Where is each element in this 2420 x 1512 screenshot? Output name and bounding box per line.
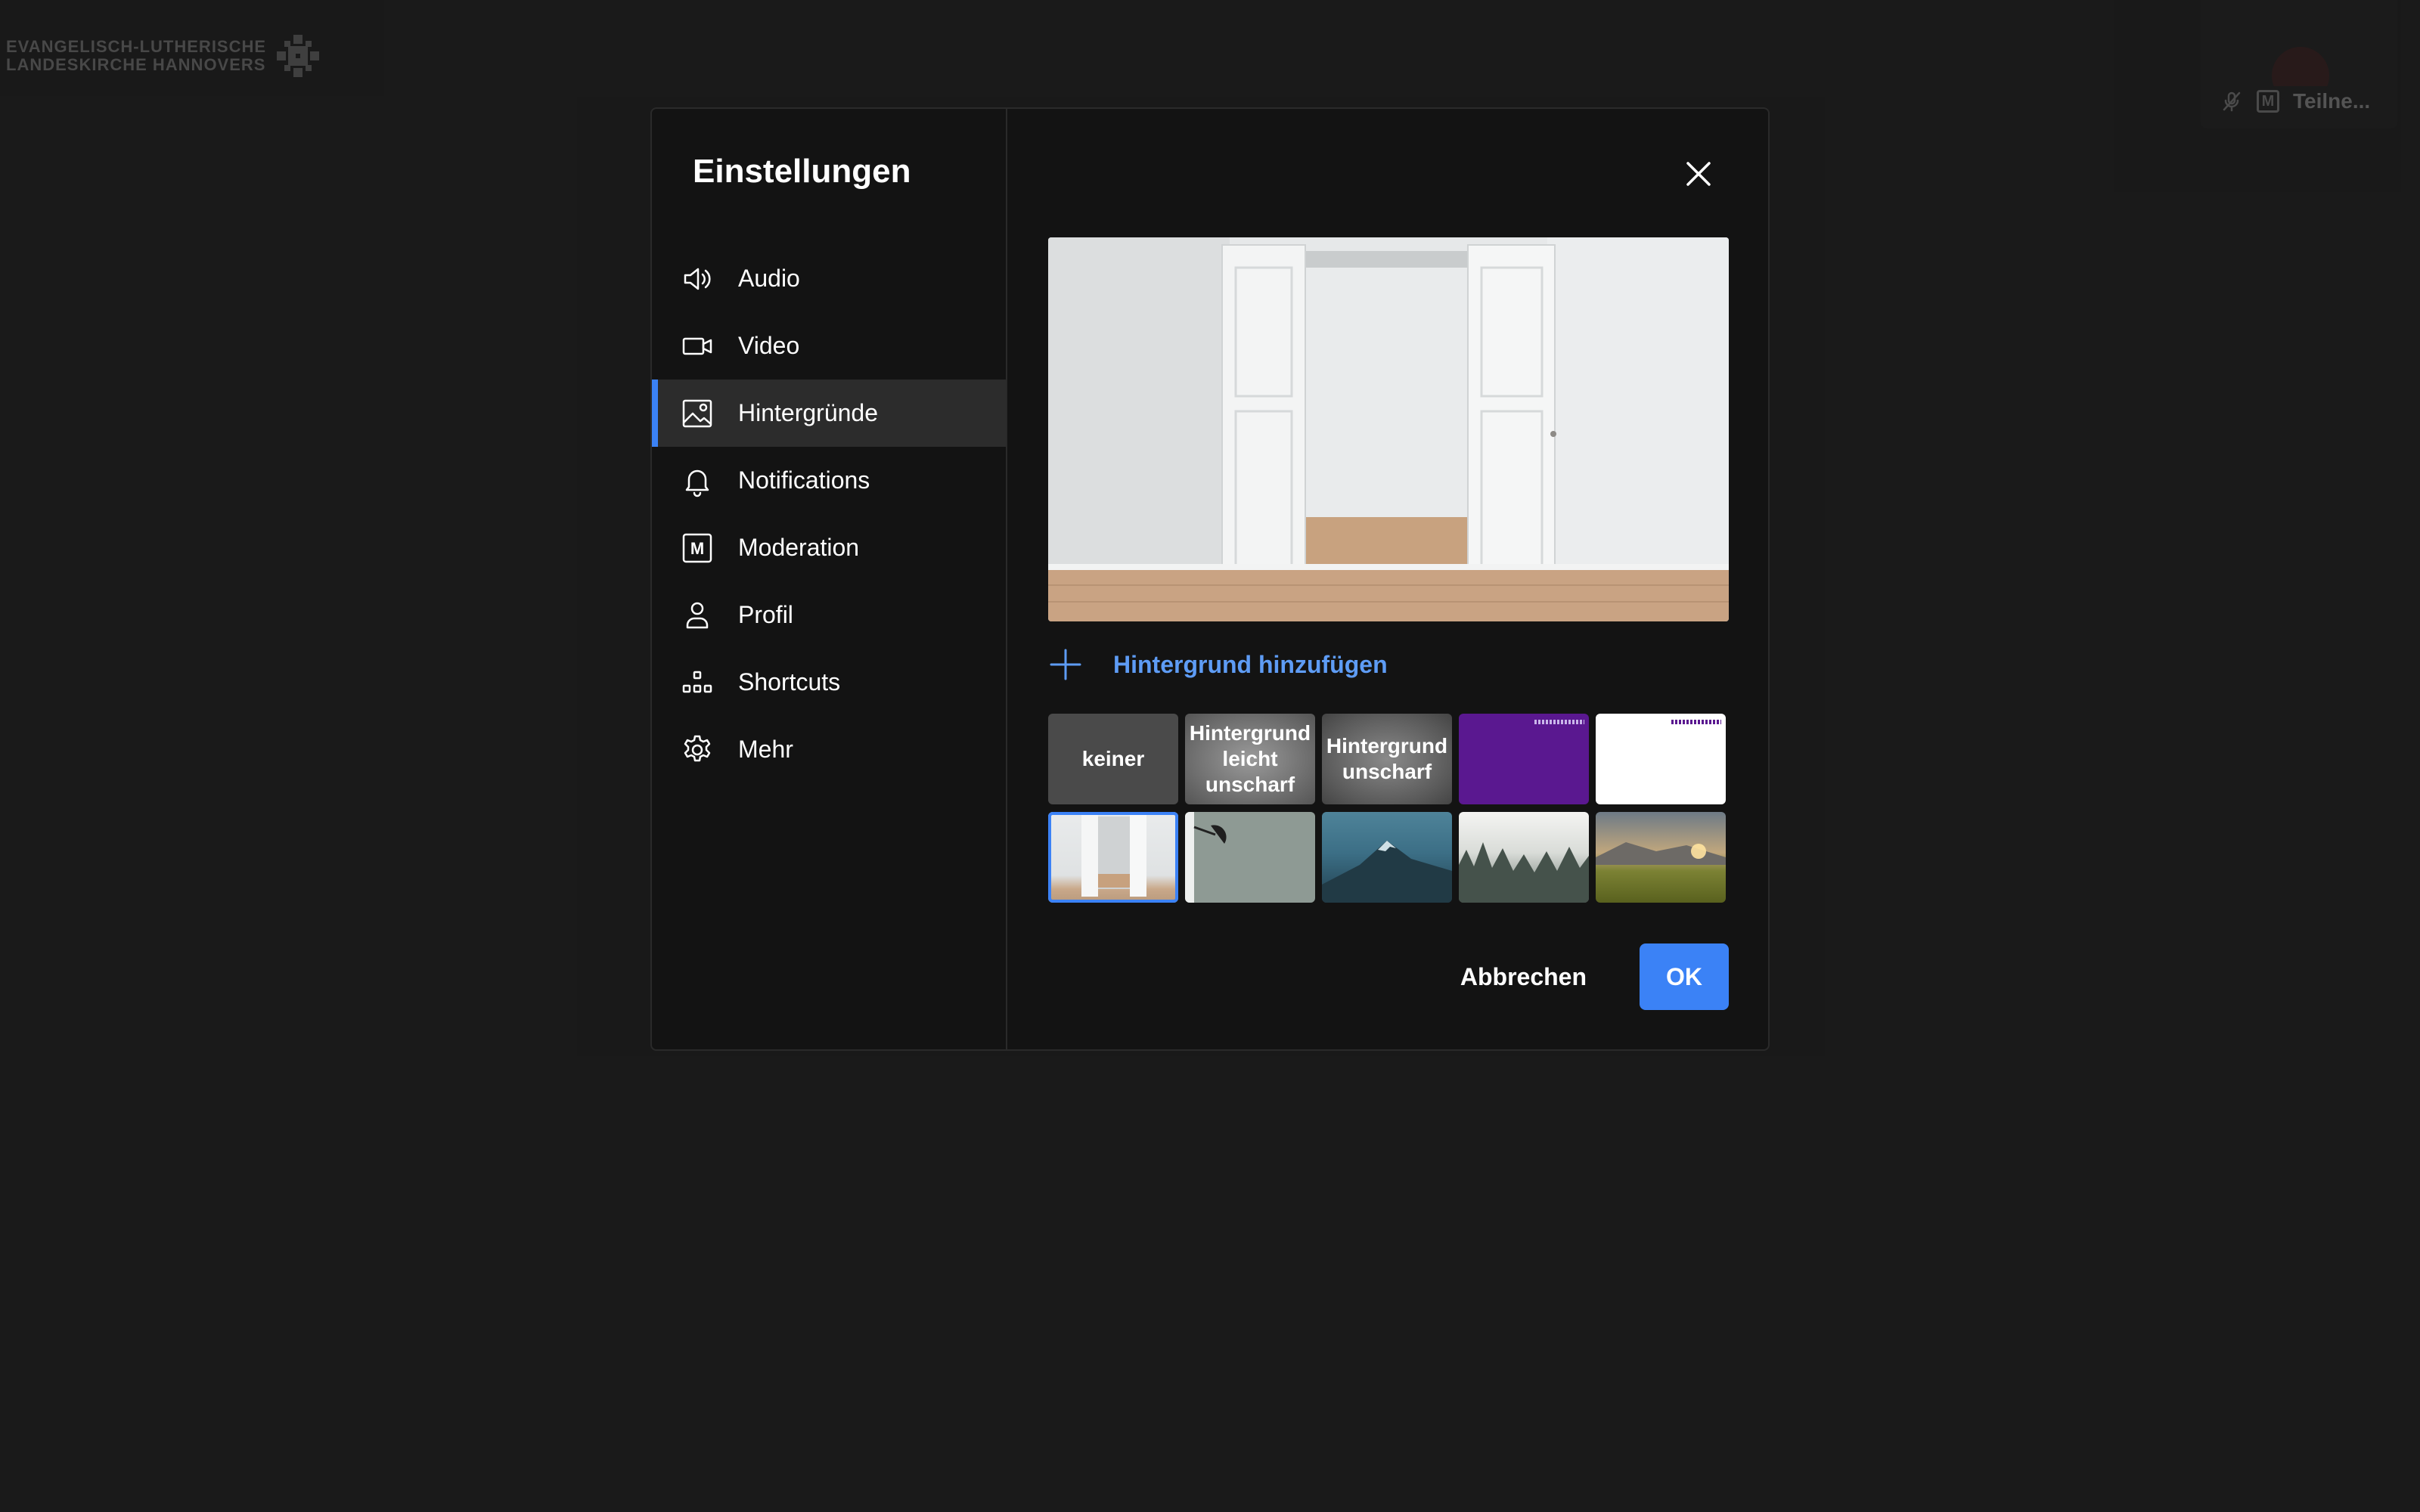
background-tile-white[interactable] bbox=[1596, 714, 1726, 804]
moderator-badge-letter: M bbox=[690, 539, 704, 558]
nav-label: Profil bbox=[738, 601, 793, 628]
speaker-icon bbox=[681, 262, 714, 296]
camera-icon bbox=[681, 330, 714, 363]
background-tile-blur[interactable]: Hintergrund unscharf bbox=[1322, 714, 1452, 804]
nav-item-video[interactable]: Video bbox=[652, 312, 1006, 380]
nav-label: Notifications bbox=[738, 466, 870, 494]
background-tile-forest[interactable] bbox=[1459, 812, 1589, 903]
settings-nav: Audio Video Hintergründe Notifications M… bbox=[652, 245, 1006, 783]
nav-label: Video bbox=[738, 332, 800, 359]
nav-item-notifications[interactable]: Notifications bbox=[652, 447, 1006, 514]
settings-dialog: Einstellungen Audio Video Hintergründe N… bbox=[650, 107, 1770, 1051]
nav-item-moderation[interactable]: M Moderation bbox=[652, 514, 1006, 581]
nav-item-hintergruende[interactable]: Hintergründe bbox=[652, 380, 1006, 447]
background-tile-lamp[interactable] bbox=[1185, 812, 1315, 903]
add-background-label: Hintergrund hinzufügen bbox=[1113, 650, 1388, 678]
mini-logo-icon bbox=[1534, 720, 1584, 724]
background-tile-purple[interactable] bbox=[1459, 714, 1589, 804]
shortcuts-icon bbox=[681, 666, 714, 699]
meadow-thumbnail bbox=[1596, 842, 1726, 865]
nav-label: Audio bbox=[738, 265, 800, 292]
settings-content: Hintergrund hinzufügen keiner Hintergrun… bbox=[1007, 109, 1768, 1049]
nav-item-audio[interactable]: Audio bbox=[652, 245, 1006, 312]
plus-icon bbox=[1050, 649, 1081, 680]
background-tile-light-blur[interactable]: Hintergrund leicht unscharf bbox=[1185, 714, 1315, 804]
mountain-thumbnail bbox=[1322, 841, 1452, 903]
mini-logo-icon bbox=[1671, 720, 1721, 724]
lamp-thumbnail bbox=[1185, 812, 1227, 903]
background-tile-door[interactable] bbox=[1048, 812, 1178, 903]
nav-label: Mehr bbox=[738, 736, 793, 763]
nav-item-profil[interactable]: Profil bbox=[652, 581, 1006, 649]
add-background-button[interactable]: Hintergrund hinzufügen bbox=[1048, 647, 1388, 682]
door-thumbnail bbox=[1081, 815, 1146, 897]
settings-sidebar: Einstellungen Audio Video Hintergründe N… bbox=[652, 109, 1007, 1049]
nav-label: Hintergründe bbox=[738, 399, 878, 426]
nav-label: Moderation bbox=[738, 534, 860, 561]
ok-button[interactable]: OK bbox=[1640, 943, 1729, 1010]
dialog-actions: Abbrechen OK bbox=[1433, 943, 1729, 1010]
nav-item-mehr[interactable]: Mehr bbox=[652, 716, 1006, 783]
background-tile-mountain[interactable] bbox=[1322, 812, 1452, 903]
nav-label: Shortcuts bbox=[738, 668, 841, 696]
forest-thumbnail bbox=[1459, 842, 1589, 903]
dialog-title: Einstellungen bbox=[693, 153, 911, 190]
close-icon[interactable] bbox=[1680, 156, 1717, 192]
background-grid: keiner Hintergrund leicht unscharf Hinte… bbox=[1048, 714, 1729, 903]
tile-label: Hintergrund leicht unscharf bbox=[1189, 721, 1311, 796]
tile-label: keiner bbox=[1081, 747, 1145, 770]
tile-label: Hintergrund unscharf bbox=[1326, 734, 1448, 783]
nav-item-shortcuts[interactable]: Shortcuts bbox=[652, 649, 1006, 716]
background-tile-meadow[interactable] bbox=[1596, 812, 1726, 903]
background-preview bbox=[1048, 237, 1729, 621]
cancel-button[interactable]: Abbrechen bbox=[1433, 948, 1614, 1006]
bell-icon bbox=[681, 464, 714, 497]
gear-icon bbox=[681, 733, 714, 767]
moderator-icon: M bbox=[681, 531, 714, 565]
background-tile-none[interactable]: keiner bbox=[1048, 714, 1178, 804]
image-icon bbox=[681, 397, 714, 430]
person-icon bbox=[681, 599, 714, 632]
